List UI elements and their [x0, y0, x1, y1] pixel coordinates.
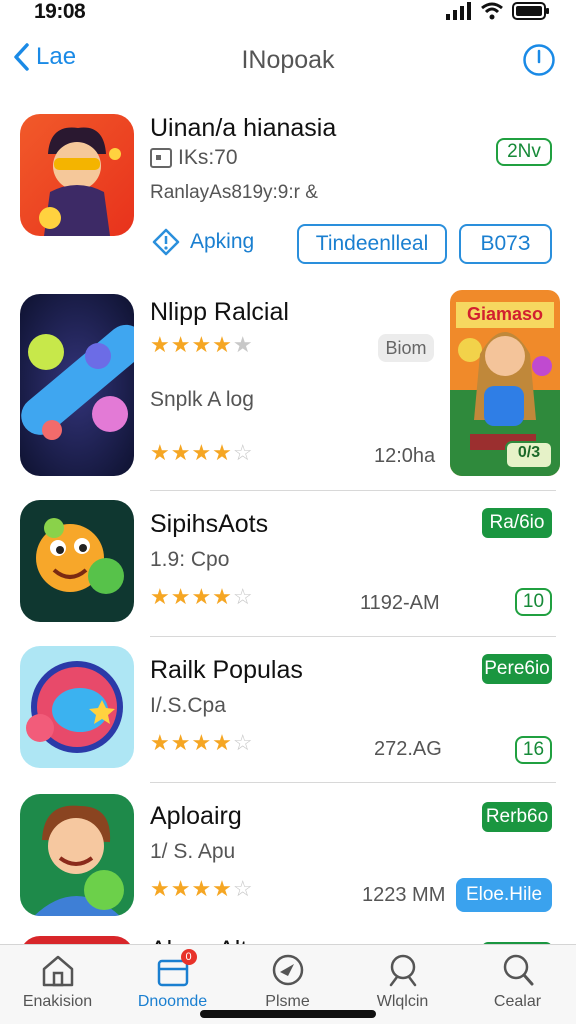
list-item[interactable]: Uinan/a hianasia IKs:70 RanlayAs819y:9:r… — [0, 110, 576, 280]
navigation-bar: Lae INopoak — [0, 38, 576, 84]
rating-stars: ★★★★☆ — [150, 584, 254, 609]
rating-stars: ★★★★☆ — [150, 730, 254, 755]
app-icon-character — [20, 114, 134, 236]
page-title: INopoak — [241, 46, 335, 74]
app-meta: RanlayAs819y:9:r & — [150, 182, 318, 203]
promo-title: Giamaso — [466, 304, 544, 324]
list-item[interactable]: Aploairg 1/ S. Apu ★★★★☆ 1223 MM Rerb6o … — [0, 790, 576, 930]
app-subtitle: I/.S.Cpa — [150, 694, 226, 717]
app-name: Alsap Alte — [150, 936, 261, 944]
divider — [150, 636, 556, 637]
search-user-icon — [389, 954, 416, 987]
compass-icon — [272, 954, 303, 986]
app-time: 1223 MM — [362, 884, 446, 906]
status-badge: Biom — [378, 334, 434, 362]
status-badge: 2Nv — [496, 138, 552, 166]
square-icon — [150, 148, 172, 168]
app-name: Aploairg — [150, 802, 242, 830]
app-name: Railk Populas — [150, 656, 303, 684]
app-name: SipihsAots — [150, 510, 269, 538]
tab-label: Wlqlcin — [376, 993, 429, 1010]
tab-downloads[interactable]: 0 Dnoomde — [115, 949, 230, 1011]
status-icons — [446, 2, 550, 20]
tab-account[interactable]: Wlqlcin — [345, 953, 460, 1011]
app-subtitle: 1/ S. Apu — [150, 840, 236, 863]
app-icon-partial — [20, 936, 134, 944]
app-time: 12:0ha — [374, 445, 436, 467]
app-subtitle: Snplk A log — [150, 388, 254, 411]
tab-games[interactable]: Plsme — [230, 953, 345, 1011]
tab-search[interactable]: Cealar — [460, 953, 575, 1011]
open-button[interactable]: Rerb6o — [482, 802, 552, 832]
app-icon-fish — [20, 646, 134, 768]
get-button[interactable]: Eloe.Hile — [456, 878, 552, 912]
app-name: Uinan/a hianasia — [150, 114, 337, 142]
rating-stars: ★★★★★ — [150, 332, 254, 357]
list-item[interactable]: SipihsAots 1.9: Cpo ★★★★☆ 1192-AM Ra/6io… — [0, 498, 576, 638]
tab-label: Cealar — [493, 993, 542, 1010]
tab-label: Dnoomde — [137, 993, 208, 1010]
rating-stars: ★★★★☆ — [150, 876, 254, 901]
promo-badge: 0/3 — [517, 444, 541, 461]
open-button[interactable]: Pere6io — [482, 654, 552, 684]
open-button[interactable]: Ra/6io — [482, 508, 552, 538]
search-icon — [503, 954, 533, 986]
tab-label: Plsme — [265, 993, 310, 1010]
power-icon — [523, 44, 555, 76]
info-icon — [152, 228, 180, 256]
status-time: 19:08 — [34, 0, 86, 23]
list-item[interactable]: Alsap Alte — [0, 934, 576, 944]
get-button[interactable]: B07З — [459, 224, 552, 264]
rating-stars: ★★★★☆ — [150, 440, 254, 465]
home-indicator[interactable] — [200, 1010, 376, 1018]
battery-icon — [512, 2, 549, 20]
divider — [150, 782, 556, 783]
list-item[interactable]: Railk Populas I/.S.Cpa ★★★★☆ 272.AG Pere… — [0, 644, 576, 784]
app-icon-monster — [20, 500, 134, 622]
app-time: 272.AG — [374, 738, 442, 760]
app-size: IKs:70 — [150, 146, 238, 170]
app-name: Nlipp Ralcial — [150, 298, 289, 326]
info-button[interactable] — [522, 43, 556, 82]
signal-icon — [446, 2, 471, 20]
wifi-icon — [481, 2, 503, 20]
count-badge: 10 — [515, 588, 552, 616]
tab-label: Enakision — [22, 993, 93, 1010]
app-time: 1192-AM — [360, 592, 440, 614]
tab-explore[interactable]: Enakision — [0, 953, 115, 1011]
app-icon-game — [20, 294, 134, 476]
app-icon-person — [20, 794, 134, 916]
app-action[interactable]: Apking — [152, 228, 254, 256]
app-subtitle: 1.9: Cpo — [150, 548, 230, 571]
divider — [150, 490, 556, 491]
status-bar: 19:08 — [0, 0, 576, 28]
details-button[interactable]: Tindeenlleal — [297, 224, 447, 264]
list-item[interactable]: Nlipp Ralcial ★★★★★ Biom Snplk A log ★★★… — [0, 290, 576, 490]
notification-badge: 0 — [180, 949, 197, 965]
home-icon — [42, 955, 73, 987]
promo-card[interactable]: Giamaso 0/3 — [450, 290, 560, 476]
count-badge: 16 — [515, 736, 552, 764]
